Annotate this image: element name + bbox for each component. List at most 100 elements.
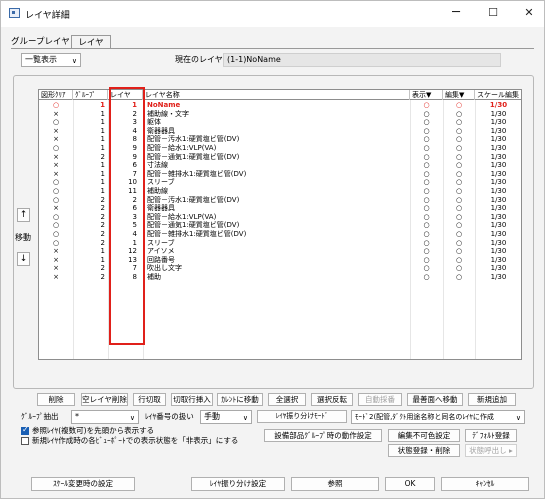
cell-scale[interactable]: 1/30 (476, 247, 521, 256)
cell-edit[interactable]: ○ (444, 273, 474, 282)
cell-edit[interactable]: ○ (444, 101, 474, 110)
insert-cut-row-button[interactable]: 切取行挿入 (171, 393, 213, 406)
cell-layer-name[interactable]: 配管－給水1:VLP(VA) (144, 213, 409, 222)
header-group[interactable]: ｸﾞﾙｰﾌﾟ (73, 90, 108, 100)
cell-edit[interactable]: ○ (444, 230, 474, 239)
cell-scale[interactable]: 1/30 (476, 118, 521, 127)
cell-edit[interactable]: ○ (444, 127, 474, 136)
state-register-delete-button[interactable]: 状態登録・削除 (388, 444, 460, 457)
auto-number-button[interactable]: 自動採番 (358, 393, 402, 406)
cell-layer-name[interactable]: 配管－通気1:硬質塩ビ管(DV) (144, 153, 409, 162)
cell-shape-clear[interactable]: × (39, 247, 73, 256)
reference-layer-checkbox[interactable] (21, 425, 29, 435)
view-mode-combo[interactable]: 一覧表示 ∨ (21, 53, 81, 67)
cell-shape-clear[interactable]: × (39, 135, 73, 144)
cell-layer-name[interactable]: 吹出し文字 (144, 264, 409, 273)
close-button[interactable]: ✕ (519, 4, 539, 22)
cell-display[interactable]: ○ (411, 204, 442, 213)
delete-button[interactable]: 削除 (37, 393, 75, 406)
cell-shape-clear[interactable]: × (39, 161, 73, 170)
cell-shape-clear[interactable]: ○ (39, 230, 73, 239)
invert-selection-button[interactable]: 選択反転 (311, 393, 353, 406)
cell-layer-name[interactable]: 補助線・文字 (144, 110, 409, 119)
cell-shape-clear[interactable]: ○ (39, 221, 73, 230)
cell-edit[interactable]: ○ (444, 213, 474, 222)
cell-shape-clear[interactable]: ○ (39, 178, 73, 187)
cell-display[interactable]: ○ (411, 273, 442, 282)
cell-scale[interactable]: 1/30 (476, 101, 521, 110)
cell-display[interactable]: ○ (411, 135, 442, 144)
uneditable-color-button[interactable]: 編集不可色設定 (388, 429, 460, 442)
cell-display[interactable]: ○ (411, 101, 442, 110)
move-down-button[interactable]: ↓ (17, 252, 30, 266)
cell-scale[interactable]: 1/30 (476, 264, 521, 273)
cell-edit[interactable]: ○ (444, 170, 474, 179)
cell-layer-name[interactable]: スリーブ (144, 239, 409, 248)
cell-layer-name[interactable]: 衛器器具 (144, 204, 409, 213)
cell-display[interactable]: ○ (411, 221, 442, 230)
cell-shape-clear[interactable]: ○ (39, 213, 73, 222)
layer-split-mode-label[interactable]: ﾚｲﾔ振り分けﾓｰﾄﾞ (257, 410, 347, 423)
cell-scale[interactable]: 1/30 (476, 127, 521, 136)
cell-edit[interactable]: ○ (444, 264, 474, 273)
cell-edit[interactable]: ○ (444, 187, 474, 196)
cell-shape-clear[interactable]: ○ (39, 118, 73, 127)
minimize-button[interactable]: ─ (446, 4, 466, 22)
cell-edit[interactable]: ○ (444, 135, 474, 144)
cell-display[interactable]: ○ (411, 264, 442, 273)
cell-layer-name[interactable]: 寸法線 (144, 161, 409, 170)
cell-display[interactable]: ○ (411, 178, 442, 187)
cell-scale[interactable]: 1/30 (476, 230, 521, 239)
cell-scale[interactable]: 1/30 (476, 256, 521, 265)
cell-scale[interactable]: 1/30 (476, 161, 521, 170)
cell-scale[interactable]: 1/30 (476, 213, 521, 222)
cell-display[interactable]: ○ (411, 170, 442, 179)
cell-edit[interactable]: ○ (444, 256, 474, 265)
move-to-current-button[interactable]: ｶﾚﾝﾄに移動 (217, 393, 263, 406)
header-edit[interactable]: 編集▼ (443, 90, 475, 100)
cell-shape-clear[interactable]: ○ (39, 239, 73, 248)
cell-display[interactable]: ○ (411, 187, 442, 196)
cell-layer-name[interactable]: 補助線 (144, 187, 409, 196)
new-add-button[interactable]: 新規追加 (468, 393, 516, 406)
cell-layer-name[interactable]: NoName (144, 101, 409, 110)
cell-shape-clear[interactable]: × (39, 264, 73, 273)
cell-edit[interactable]: ○ (444, 178, 474, 187)
cell-display[interactable]: ○ (411, 247, 442, 256)
scale-change-settings-button[interactable]: ｽｹｰﾙ変更時の設定 (31, 477, 135, 491)
header-display[interactable]: 表示▼ (410, 90, 443, 100)
maximize-button[interactable]: ☐ (483, 4, 503, 22)
header-scale-edit[interactable]: スケール編集 (475, 90, 521, 100)
header-layer-name[interactable]: レイヤ名称 (143, 90, 410, 100)
cell-display[interactable]: ○ (411, 196, 442, 205)
cell-edit[interactable]: ○ (444, 161, 474, 170)
default-register-button[interactable]: ﾃﾞﾌｫﾙﾄ登録 (465, 429, 517, 442)
cell-shape-clear[interactable]: × (39, 170, 73, 179)
cell-shape-clear[interactable]: × (39, 127, 73, 136)
cell-edit[interactable]: ○ (444, 204, 474, 213)
cell-shape-clear[interactable]: ○ (39, 196, 73, 205)
cell-display[interactable]: ○ (411, 256, 442, 265)
cell-scale[interactable]: 1/30 (476, 239, 521, 248)
cancel-button[interactable]: ｷｬﾝｾﾙ (441, 477, 529, 491)
reference-button[interactable]: 参照 (291, 477, 379, 491)
cell-edit[interactable]: ○ (444, 118, 474, 127)
cell-layer-name[interactable]: 配管－汚水1:硬質塩ビ管(DV) (144, 135, 409, 144)
cell-scale[interactable]: 1/30 (476, 170, 521, 179)
cell-edit[interactable]: ○ (444, 153, 474, 162)
cell-edit[interactable]: ○ (444, 239, 474, 248)
cell-shape-clear[interactable]: × (39, 273, 73, 282)
empty-layer-delete-button[interactable]: 空レイヤ削除 (81, 393, 128, 406)
cell-shape-clear[interactable]: ○ (39, 144, 73, 153)
new-layer-hidden-checkbox[interactable] (21, 437, 29, 445)
header-shape-clear[interactable]: 図形ｸﾘｱ (39, 90, 73, 100)
layer-number-combo[interactable]: 手動 ∨ (200, 410, 252, 424)
cell-display[interactable]: ○ (411, 161, 442, 170)
cell-display[interactable]: ○ (411, 153, 442, 162)
move-up-button[interactable]: ↑ (17, 208, 30, 222)
cell-layer-name[interactable]: 配管－通気1:硬質塩ビ管(DV) (144, 221, 409, 230)
cell-layer-name[interactable]: 配管－雑排水1:硬質塩ビ管(DV) (144, 230, 409, 239)
cell-shape-clear[interactable]: × (39, 153, 73, 162)
cell-layer-name[interactable]: 配管－給水1:VLP(VA) (144, 144, 409, 153)
cell-scale[interactable]: 1/30 (476, 153, 521, 162)
